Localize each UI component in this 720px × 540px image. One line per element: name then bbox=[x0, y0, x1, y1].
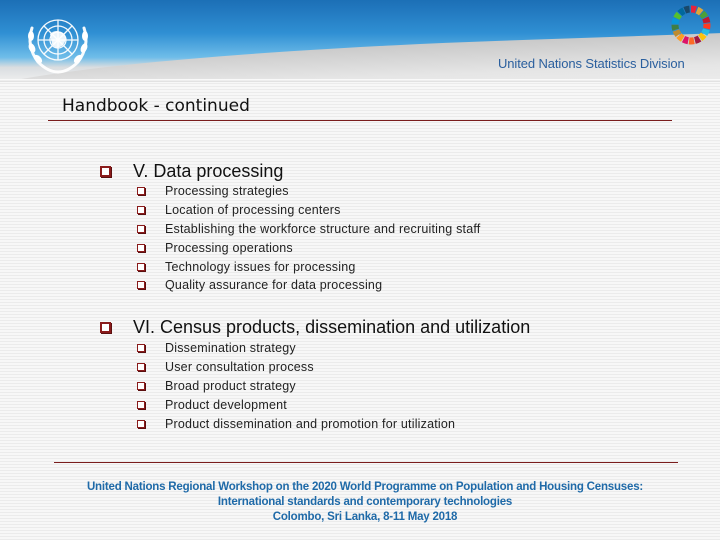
list-item: User consultation process bbox=[137, 358, 530, 377]
org-title: United Nations Statistics Division bbox=[498, 56, 685, 71]
section-title: VI. Census products, dissemination and u… bbox=[133, 316, 531, 337]
list-item: Processing strategies bbox=[137, 182, 480, 201]
section-heading: V. Data processing bbox=[100, 159, 480, 183]
checkbox-bullet-icon bbox=[137, 281, 145, 290]
checkbox-bullet-icon bbox=[137, 381, 145, 390]
list-item: Product development bbox=[137, 395, 530, 414]
list-item: Dissemination strategy bbox=[137, 339, 530, 358]
checkbox-bullet-icon bbox=[137, 187, 145, 196]
list-item: Processing operations bbox=[137, 238, 480, 257]
footer-line-1: United Nations Regional Workshop on the … bbox=[86, 481, 644, 493]
checkbox-bullet-icon bbox=[137, 363, 145, 372]
list-item: Technology issues for processing bbox=[137, 257, 480, 276]
item-text: Processing operations bbox=[165, 240, 293, 255]
section-items: Processing strategies Location of proces… bbox=[100, 182, 480, 295]
section-title: V. Data processing bbox=[133, 160, 284, 181]
section-census-products: VI. Census products, dissemination and u… bbox=[100, 315, 530, 433]
list-item: Broad product strategy bbox=[137, 377, 530, 396]
checkbox-bullet-icon bbox=[137, 344, 145, 353]
footer-divider bbox=[54, 462, 678, 463]
list-item: Establishing the workforce structure and… bbox=[137, 220, 480, 239]
footer-line-2: International standards and contemporary… bbox=[217, 496, 513, 508]
section-items: Dissemination strategy User consultation… bbox=[100, 339, 530, 433]
sdg-wheel-icon bbox=[671, 5, 711, 45]
checkbox-bullet-icon bbox=[137, 419, 145, 428]
header-banner: United Nations Statistics Division bbox=[0, 0, 720, 82]
item-text: Product development bbox=[165, 397, 287, 412]
checkbox-bullet-icon bbox=[137, 262, 145, 271]
list-item: Product dissemination and promotion for … bbox=[137, 414, 530, 433]
item-text: User consultation process bbox=[165, 360, 314, 375]
footer: United Nations Regional Workshop on the … bbox=[0, 480, 720, 525]
list-item: Quality assurance for data processing bbox=[137, 276, 480, 295]
item-text: Location of processing centers bbox=[165, 203, 341, 218]
item-text: Quality assurance for data processing bbox=[165, 278, 383, 293]
item-text: Processing strategies bbox=[165, 184, 289, 199]
checkbox-bullet-icon bbox=[100, 321, 111, 333]
section-data-processing: V. Data processing Processing strategies… bbox=[100, 159, 480, 295]
page-title: Handbook - continued bbox=[62, 96, 250, 116]
item-text: Broad product strategy bbox=[165, 378, 296, 393]
checkbox-bullet-icon bbox=[137, 224, 145, 233]
checkbox-bullet-icon bbox=[100, 165, 111, 177]
item-text: Technology issues for processing bbox=[165, 259, 356, 274]
item-text: Product dissemination and promotion for … bbox=[165, 416, 456, 431]
section-heading: VI. Census products, dissemination and u… bbox=[100, 315, 530, 339]
checkbox-bullet-icon bbox=[137, 206, 145, 215]
title-divider bbox=[48, 120, 672, 121]
un-emblem-icon bbox=[28, 19, 88, 74]
list-item: Location of processing centers bbox=[137, 201, 480, 220]
item-text: Dissemination strategy bbox=[165, 341, 296, 356]
footer-line-3: Colombo, Sri Lanka, 8-11 May 2018 bbox=[272, 511, 458, 523]
checkbox-bullet-icon bbox=[137, 243, 145, 252]
checkbox-bullet-icon bbox=[137, 400, 145, 409]
header-divider bbox=[0, 79, 720, 82]
item-text: Establishing the workforce structure and… bbox=[165, 221, 481, 236]
